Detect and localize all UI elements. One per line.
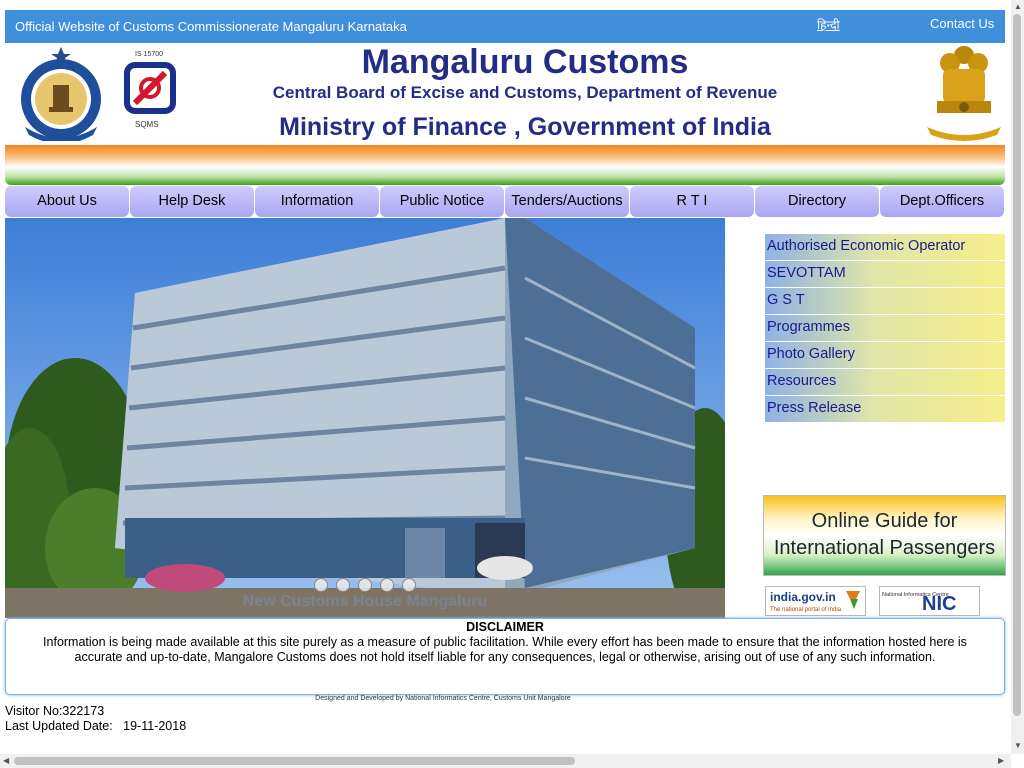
vertical-scroll-thumb[interactable] [1013,14,1021,716]
horizontal-scrollbar[interactable]: ◀ ▶ [0,754,1011,768]
contact-us-link[interactable]: Contact Us [930,16,994,31]
disclaimer-box: DISCLAIMER Information is being made ava… [5,618,1005,695]
nav-directory[interactable]: Directory [755,186,879,217]
image-slider[interactable]: New Customs House Mangaluru [5,218,725,618]
hindi-language-link[interactable]: हिन्दी [817,16,840,33]
last-updated-date: Last Updated Date: 19-11-2018 [5,719,187,733]
slider-caption: New Customs House Mangaluru [242,593,488,610]
vertical-scrollbar[interactable]: ▲ ▼ [1011,0,1024,754]
slider-dot-2[interactable] [336,578,350,592]
disclaimer-body: Information is being made available at t… [43,635,967,664]
scroll-left-arrow-icon[interactable]: ◀ [3,756,9,765]
guide-line-2: International Passengers [773,537,996,559]
slider-dot-1[interactable] [314,578,328,592]
page-title: Mangaluru Customs [361,43,689,81]
header: IS 15700 SQMS Mangaluru Customs Central … [5,43,1005,145]
nav-help-desk[interactable]: Help Desk [130,186,254,217]
nic-badge[interactable]: National Informatics Centre NIC [879,586,980,616]
site-title: Official Website of Customs Commissioner… [15,19,407,34]
horizontal-scroll-thumb[interactable] [14,757,575,765]
side-link-press-release[interactable]: Press Release [765,396,1005,422]
slider-dot-4[interactable] [380,578,394,592]
visitor-counter: Visitor No:322173 [5,704,105,718]
side-link-resources[interactable]: Resources [765,369,1005,395]
side-link-gst[interactable]: G S T [765,288,1005,314]
side-link-sevottam[interactable]: SEVOTTAM [765,261,1005,287]
tricolor-band [5,145,1005,185]
indiagov-title: india.gov.in [770,590,836,604]
main-nav: About Us Help Desk Information Public No… [5,186,1005,217]
page-subtitle: Central Board of Excise and Customs, Dep… [272,83,778,102]
nic-big-text: NIC [922,593,956,615]
side-link-photo-gallery[interactable]: Photo Gallery [765,342,1005,368]
nav-rti[interactable]: R T I [630,186,754,217]
side-link-aeo[interactable]: Authorised Economic Operator [765,234,1005,260]
side-link-programmes[interactable]: Programmes [765,315,1005,341]
scroll-down-arrow-icon[interactable]: ▼ [1014,741,1022,750]
guide-line-1: Online Guide for [811,510,958,532]
national-emblem-icon [925,43,1003,143]
side-menu: Authorised Economic Operator SEVOTTAM G … [765,234,1005,423]
nav-dept-officers[interactable]: Dept.Officers [880,186,1004,217]
nav-information[interactable]: Information [255,186,379,217]
india-gov-badge[interactable]: india.gov.in The national portal of Indi… [765,586,866,616]
indiagov-subtitle: The national portal of India [770,607,842,613]
slider-dot-5[interactable] [402,578,416,592]
top-bar: Official Website of Customs Commissioner… [5,10,1005,43]
nav-about-us[interactable]: About Us [5,186,129,217]
slider-dot-3[interactable] [358,578,372,592]
nav-public-notice[interactable]: Public Notice [380,186,504,217]
scroll-right-arrow-icon[interactable]: ▶ [998,756,1004,765]
customs-house-photo [5,218,725,618]
designed-by-text: Designed and Developed by National Infor… [315,695,571,702]
disclaimer-title: DISCLAIMER [466,620,544,634]
passenger-guide-banner[interactable]: Online Guide for International Passenger… [763,495,1006,576]
nav-tenders-auctions[interactable]: Tenders/Auctions [505,186,629,217]
scroll-up-arrow-icon[interactable]: ▲ [1014,2,1022,11]
ministry-title: Ministry of Finance , Government of Indi… [279,113,771,141]
